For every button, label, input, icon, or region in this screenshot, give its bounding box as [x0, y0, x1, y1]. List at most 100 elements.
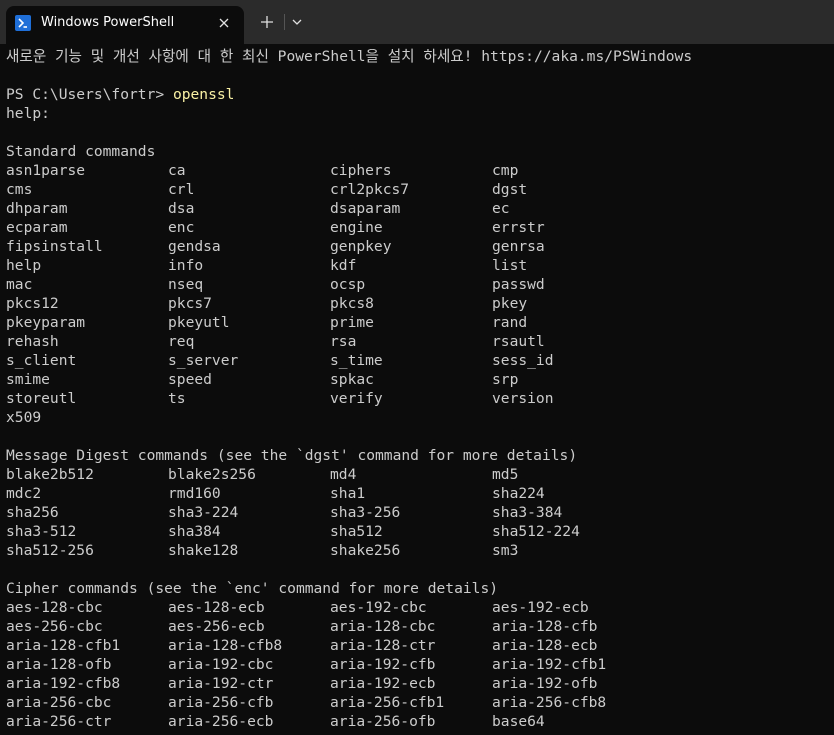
terminal-output[interactable]: 새로운 기능 및 개선 사항에 대 한 최신 PowerShell을 설치 하세… — [6, 47, 832, 735]
command-row: aria-256-ctr aria-256-ecb aria-256-ofb base… — [6, 712, 832, 731]
command-name: aria-192-cfb1 — [492, 656, 607, 673]
command-name: cms — [6, 181, 33, 198]
command-name: aria-128-ecb — [492, 637, 598, 654]
close-icon[interactable] — [216, 15, 232, 31]
command-name: rmd160 — [168, 485, 221, 502]
command-row: cms crl crl2pkcs7 dgst — [6, 180, 832, 199]
command-name: rsautl — [492, 333, 545, 350]
digest-commands-header: Message Digest commands (see the `dgst' … — [6, 447, 578, 464]
command-name: genpkey — [330, 238, 392, 255]
command-name: blake2b512 — [6, 466, 94, 483]
command-name: s_server — [168, 352, 239, 369]
command-name: sha224 — [492, 485, 545, 502]
command-name: sess_id — [492, 352, 554, 369]
command-name: req — [168, 333, 195, 350]
command-name: smime — [6, 371, 50, 388]
command-row: aria-128-cfb1 aria-128-cfb8 aria-128-ctr ar… — [6, 636, 832, 655]
command-name: aes-128-ecb — [168, 599, 265, 616]
command-name: aria-128-ofb — [6, 656, 112, 673]
command-row: blake2b512 blake2s256 md4 md5 — [6, 465, 832, 484]
command-name: aria-128-cfb1 — [6, 637, 121, 654]
command-name: aria-192-cfb — [330, 656, 436, 673]
command-name: aria-192-cfb8 — [6, 675, 121, 692]
command-name: fipsinstall — [6, 238, 103, 255]
command-name: mdc2 — [6, 485, 42, 502]
command-row: sha3-512 sha384 sha512 sha512-224 — [6, 522, 832, 541]
command-name: sha512-224 — [492, 523, 580, 540]
command-name: storeutl — [6, 390, 77, 407]
command-name: list — [492, 257, 528, 274]
command-name: aes-192-cbc — [330, 599, 427, 616]
command-name: base64 — [492, 713, 545, 730]
command-name: rsa — [330, 333, 357, 350]
command-name: pkcs8 — [330, 295, 374, 312]
command-name: aria-256-cfb — [168, 694, 274, 711]
command-row: ecparam enc engine errstr — [6, 218, 832, 237]
command-name: sha1 — [330, 485, 366, 502]
command-name: aria-256-cfb1 — [330, 694, 445, 711]
command-row: aria-128-ofb aria-192-cbc aria-192-cfb aria… — [6, 655, 832, 674]
command-name: kdf — [330, 257, 357, 274]
command-name: gendsa — [168, 238, 221, 255]
command-name: sm3 — [492, 542, 519, 559]
prompt: PS C:\Users\fortr> — [6, 86, 173, 103]
command-name: s_time — [330, 352, 383, 369]
cipher-commands-header: Cipher commands (see the `enc' command f… — [6, 580, 499, 597]
command-name: blake2s256 — [168, 466, 256, 483]
command-name: aes-256-cbc — [6, 618, 103, 635]
command-name: pkeyutl — [168, 314, 230, 331]
command-row: sha256 sha3-224 sha3-256 sha3-384 — [6, 503, 832, 522]
command-name: aria-128-cfb8 — [168, 637, 283, 654]
powershell-icon — [15, 15, 31, 31]
command-row: smime speed spkac srp — [6, 370, 832, 389]
command-name: prime — [330, 314, 374, 331]
command-name: shake128 — [168, 542, 239, 559]
command-name: sha256 — [6, 504, 59, 521]
command-name: ciphers — [330, 162, 392, 179]
command-row: aria-192-cfb8 aria-192-ctr aria-192-ecb ari… — [6, 674, 832, 693]
command-row: sha512-256 shake128 shake256 sm3 — [6, 541, 832, 560]
command-name: passwd — [492, 276, 545, 293]
command-name: aria-128-cbc — [330, 618, 436, 635]
command-name: md4 — [330, 466, 357, 483]
command-name: ocsp — [330, 276, 366, 293]
cipher-commands-grid: aes-128-cbc aes-128-ecb aes-192-cbc aes-192… — [6, 598, 832, 731]
tab-windows-powershell[interactable]: Windows PowerShell — [6, 6, 244, 44]
help-line: help: — [6, 105, 50, 122]
command-name: asn1parse — [6, 162, 86, 179]
command-name: aria-256-ecb — [168, 713, 274, 730]
command-name: s_client — [6, 352, 77, 369]
command-row: aes-256-cbc aes-256-ecb aria-128-cbc aria-1… — [6, 617, 832, 636]
command-name: rand — [492, 314, 528, 331]
command-name: sha512-256 — [6, 542, 94, 559]
command-row: mac nseq ocsp passwd — [6, 275, 832, 294]
command-name: sha3-384 — [492, 504, 563, 521]
command-name: dhparam — [6, 200, 68, 217]
tab-separator — [284, 14, 285, 30]
plus-icon[interactable] — [256, 12, 278, 32]
command-name: sha3-224 — [168, 504, 239, 521]
prompt-line: PS C:\Users\fortr> openssl — [6, 85, 832, 104]
command-name: aria-192-cbc — [168, 656, 274, 673]
command-row: aes-128-cbc aes-128-ecb aes-192-cbc aes-192… — [6, 598, 832, 617]
digest-commands-grid: blake2b512 blake2s256 md4 md5 mdc2 rmd160 sha1… — [6, 465, 832, 560]
command-name: srp — [492, 371, 519, 388]
tab-title: Windows PowerShell — [41, 15, 175, 30]
command-name: errstr — [492, 219, 545, 236]
command-name: spkac — [330, 371, 374, 388]
command-name: crl2pkcs7 — [330, 181, 410, 198]
command-name: ec — [492, 200, 510, 217]
command-name: pkey — [492, 295, 528, 312]
command-name: ecparam — [6, 219, 68, 236]
command-name: sha3-256 — [330, 504, 401, 521]
command-name: speed — [168, 371, 212, 388]
command-row: pkeyparam pkeyutl prime rand — [6, 313, 832, 332]
chevron-down-icon[interactable] — [286, 12, 308, 32]
command-name: aes-256-ecb — [168, 618, 265, 635]
command-row: rehash req rsa rsautl — [6, 332, 832, 351]
command-name: sha384 — [168, 523, 221, 540]
